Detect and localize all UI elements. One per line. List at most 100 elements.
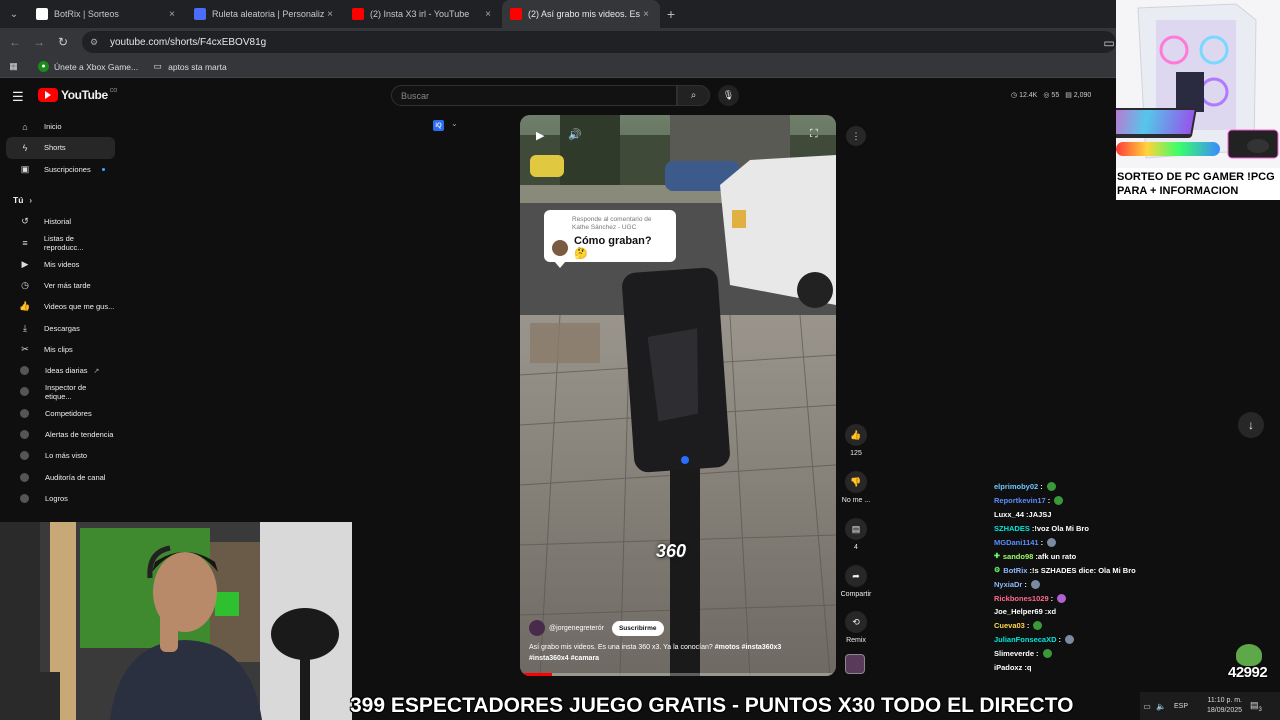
sidebar-item[interactable]: Alertas de tendencia xyxy=(6,424,115,445)
fullscreen-icon[interactable]: ⛶ xyxy=(810,128,818,141)
sidebar-item[interactable]: Ideas diarias ↗ xyxy=(6,360,115,381)
action-like[interactable]: 👍 125 xyxy=(838,424,874,457)
channel-name[interactable]: @jorgenegreterór xyxy=(549,625,604,632)
sidebar-item[interactable]: Inspector de etique... xyxy=(6,381,115,402)
sidebar-item[interactable]: Lo más visto xyxy=(6,445,115,466)
sidebar-item[interactable]: ⌂ Inicio xyxy=(6,116,115,137)
chat-message: Luxx_44 : JAJSJ xyxy=(994,510,1052,520)
clips-icon: ✂ xyxy=(21,343,29,354)
sidebar-item[interactable]: ▶ Mis videos xyxy=(6,253,115,274)
extension-icon xyxy=(20,451,29,461)
chat-username[interactable]: Reportkevin17 xyxy=(994,496,1046,505)
sidebar-item[interactable]: Competidores xyxy=(6,403,115,424)
shorts-player[interactable]: ▶ 🔊 ⛶ Responde al comentario de Kathe Sá… xyxy=(520,115,836,676)
chat-username[interactable]: sando98 xyxy=(1003,552,1033,561)
subs-stat: ▤ 2,090 xyxy=(1065,92,1092,99)
chat-message: Rickbones1029 : xyxy=(994,591,1234,605)
chat-username[interactable]: Luxx_44 xyxy=(994,510,1024,519)
sidebar-item[interactable]: Auditoría de canal xyxy=(6,466,115,487)
system-tray: ▭ 🔈 ESP 11:10 p. m. 18/09/2025 ▤3 xyxy=(1140,692,1280,720)
extension-icon xyxy=(20,472,29,482)
browser-tab[interactable]: BotRix | Sorteos × xyxy=(28,0,186,28)
browser-tab[interactable]: (2) Así grabo mis videos. Es una× xyxy=(502,0,660,28)
sidebar-item[interactable]: ≡ Listas de reproducc... xyxy=(6,232,115,253)
vidiq-icon[interactable]: iQ xyxy=(433,120,444,131)
action-dislike[interactable]: 👎 No me ... xyxy=(838,471,874,504)
close-tab-icon[interactable]: × xyxy=(166,9,178,20)
chat-username[interactable]: iPadoxz xyxy=(994,663,1022,672)
sidebar-item[interactable]: 👍 Videos que me gus... xyxy=(6,296,115,317)
reload-icon[interactable]: ↻ xyxy=(51,35,75,49)
search-button[interactable]: ⌕ xyxy=(677,85,710,106)
extension-icon xyxy=(20,366,29,376)
menu-icon[interactable]: ☰ xyxy=(12,89,24,105)
video-frame xyxy=(520,115,836,676)
sidebar-item[interactable]: ▣ Suscripciones xyxy=(6,159,115,180)
chat-username[interactable]: NyxiaDr xyxy=(994,580,1022,589)
back-icon[interactable]: ← xyxy=(3,35,27,49)
sidebar-you-heading[interactable]: Tú › xyxy=(0,190,122,211)
chat-username[interactable]: Slimeverde xyxy=(994,649,1034,658)
sidebar-item[interactable]: Logros xyxy=(6,488,115,509)
forward-icon[interactable]: → xyxy=(27,35,51,49)
chat-text: xd xyxy=(1047,607,1057,617)
close-tab-icon[interactable]: × xyxy=(324,9,336,20)
external-link-icon: ↗ xyxy=(93,367,100,375)
speaker-icon[interactable]: 🔈 xyxy=(1154,702,1168,711)
site-info-icon[interactable]: ⚙ xyxy=(90,37,104,48)
sidebar-item[interactable]: ✂ Mis clips xyxy=(6,339,115,360)
chat-username[interactable]: Cueva03 xyxy=(994,621,1025,630)
gaming-pc-image xyxy=(1116,0,1280,168)
insta360-overlay-text: 360 xyxy=(656,541,687,561)
next-short-button[interactable]: ↓ xyxy=(1238,412,1264,438)
chevron-down-icon[interactable]: ⌄ xyxy=(451,119,458,128)
action-share[interactable]: ➦ Compartir xyxy=(838,565,874,598)
chat-username[interactable]: elprimoby02 xyxy=(994,482,1038,491)
tab-search-icon[interactable]: ⌄ xyxy=(0,0,28,28)
clock[interactable]: 11:10 p. m. 18/09/2025 xyxy=(1194,696,1242,716)
chat-message: SZHADES : !voz Ola Mi Bro xyxy=(994,524,1089,534)
comments-icon: ▤ xyxy=(845,518,867,540)
search-input[interactable]: Buscar xyxy=(391,85,677,106)
sidebar-item[interactable]: ⤓ Descargas xyxy=(6,317,115,338)
chat-username[interactable]: BotRix xyxy=(1003,566,1027,575)
bookmark-xbox[interactable]: ● Únete a Xbox Game... xyxy=(38,61,138,72)
chat-username[interactable]: Rickbones1029 xyxy=(994,594,1049,603)
sidebar-item[interactable]: ϟ Shorts xyxy=(6,137,115,159)
like-icon: 👍 xyxy=(845,424,867,446)
browser-tab[interactable]: Ruleta aleatoria | Personaliza y × xyxy=(186,0,344,28)
channel-avatar[interactable] xyxy=(529,620,545,636)
volume-icon[interactable]: 🔊 xyxy=(568,128,582,141)
sidebar-item[interactable]: ◷ Ver más tarde xyxy=(6,275,115,296)
chat-username[interactable]: MGDani1141 xyxy=(994,538,1039,547)
youtube-header: ☰ YouTube CO Buscar ⌕ 🎙 ◷ 12.4K ◎ 55 ▤ 2… xyxy=(0,80,1116,112)
language-indicator[interactable]: ESP xyxy=(1174,703,1188,710)
new-tab-button[interactable]: + xyxy=(660,6,682,22)
sidebar-item[interactable]: ↺ Historial xyxy=(6,211,115,232)
subscribe-button[interactable]: Suscribirme xyxy=(611,620,664,636)
youtube-logo[interactable]: YouTube CO xyxy=(38,88,117,102)
play-icon[interactable]: ▶ xyxy=(536,129,544,142)
action-comments[interactable]: ▤ 4 xyxy=(838,518,874,551)
close-tab-icon[interactable]: × xyxy=(640,9,652,20)
chat-username[interactable]: SZHADES xyxy=(994,524,1030,533)
remix-sound-thumbnail[interactable] xyxy=(845,654,865,674)
bookmark-folder[interactable]: ▭ aptos sta marta xyxy=(152,61,226,72)
chat-emote-icon xyxy=(1054,496,1064,506)
extension-icon xyxy=(20,493,29,503)
chat-username[interactable]: JulianFonsecaXD xyxy=(994,635,1057,644)
apps-icon[interactable]: ▦ xyxy=(8,61,24,72)
close-tab-icon[interactable]: × xyxy=(482,9,494,20)
voice-search-button[interactable]: 🎙 xyxy=(718,85,739,106)
notifications-icon[interactable]: ▤3 xyxy=(1250,700,1262,713)
chat-username[interactable]: Joe_Helper69 xyxy=(994,607,1043,616)
more-options-button[interactable]: ⋮ xyxy=(846,126,866,146)
address-bar[interactable]: ⚙ youtube.com/shorts/F4cxEBOV81g xyxy=(82,31,1116,53)
action-remix[interactable]: ⟲ Remix xyxy=(838,611,874,644)
video-caption: Así grabo mis videos. Es una insta 360 x… xyxy=(529,644,782,662)
network-icon[interactable]: ▭ xyxy=(1140,702,1154,711)
video-progress[interactable] xyxy=(520,673,836,676)
chat-message: Cueva03 : xyxy=(994,619,1234,633)
remix-icon: ⟲ xyxy=(845,611,867,633)
browser-tab[interactable]: (2) Insta X3 irl - YouTube × xyxy=(344,0,502,28)
